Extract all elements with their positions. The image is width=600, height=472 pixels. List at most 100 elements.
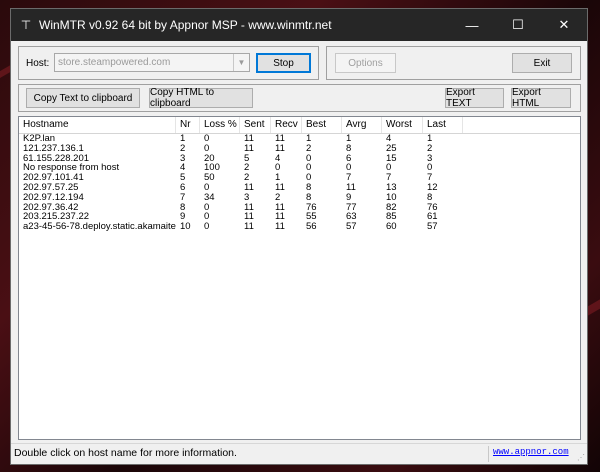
export-html-button[interactable]: Export HTML <box>511 87 571 109</box>
cell-nr: 9 <box>180 212 186 223</box>
cell-last: 8 <box>427 192 433 203</box>
cell-worst: 25 <box>386 143 397 154</box>
appnor-link[interactable]: www.appnor.com <box>493 447 569 457</box>
cell-worst: 60 <box>386 222 397 233</box>
cell-nr: 10 <box>180 222 191 233</box>
cell-best: 0 <box>306 173 312 184</box>
table-header: Hostname Nr Loss % Sent Recv Best Avrg W… <box>19 117 580 134</box>
table-row[interactable]: 202.97.12.194 7 34 3 2 8 9 10 8 <box>19 193 580 203</box>
export-text-button[interactable]: Export TEXT <box>445 87 504 109</box>
cell-worst: 0 <box>386 163 392 174</box>
cell-recv: 11 <box>275 212 285 223</box>
cell-avrg: 11 <box>346 183 356 193</box>
cell-hostname: No response from host <box>23 163 120 174</box>
table-row[interactable]: 202.97.101.41 5 50 2 1 0 7 7 7 <box>19 173 580 183</box>
cell-last: 0 <box>427 163 433 174</box>
options-button[interactable]: Options <box>335 53 396 73</box>
table-row[interactable]: 121.237.136.1 2 0 11 11 2 8 25 2 <box>19 144 580 154</box>
cell-hostname: 121.237.136.1 <box>23 143 84 154</box>
table-row[interactable]: K2P.lan 1 0 11 11 1 1 4 1 <box>19 134 580 144</box>
cell-nr: 7 <box>180 192 186 203</box>
cell-worst: 85 <box>386 212 397 223</box>
cell-avrg: 6 <box>346 153 352 164</box>
cell-worst: 4 <box>386 134 392 144</box>
host-value: store.steampowered.com <box>58 57 171 68</box>
cell-last: 2 <box>427 143 433 154</box>
copy-html-button[interactable]: Copy HTML to clipboard <box>149 87 253 109</box>
cell-best: 0 <box>306 163 312 174</box>
column-header-hostname[interactable]: Hostname <box>19 117 176 133</box>
cell-nr: 1 <box>180 134 186 144</box>
cell-avrg: 9 <box>346 192 352 203</box>
cell-sent: 11 <box>244 143 254 154</box>
column-header-worst[interactable]: Worst <box>382 117 423 133</box>
cell-hostname: 202.97.12.194 <box>23 192 84 203</box>
resize-grip-icon[interactable]: ⋰ <box>577 453 585 462</box>
cell-sent: 11 <box>244 183 254 193</box>
close-button[interactable]: ✕ <box>541 9 587 41</box>
cell-avrg: 8 <box>346 143 352 154</box>
cell-hostname: 202.97.36.42 <box>23 202 79 213</box>
cell-last: 12 <box>427 183 438 193</box>
stop-button[interactable]: Stop <box>256 53 311 73</box>
cell-best: 76 <box>306 202 317 213</box>
copy-text-button[interactable]: Copy Text to clipboard <box>26 88 140 108</box>
cell-last: 76 <box>427 202 438 213</box>
cell-avrg: 77 <box>346 202 357 213</box>
minimize-button[interactable]: — <box>449 9 495 41</box>
exit-button[interactable]: Exit <box>512 53 572 73</box>
cell-best: 8 <box>306 183 312 193</box>
table-row[interactable]: 202.97.36.42 8 0 11 11 76 77 82 76 <box>19 203 580 213</box>
status-message: Double click on host name for more infor… <box>14 447 237 459</box>
results-table[interactable]: Hostname Nr Loss % Sent Recv Best Avrg W… <box>18 116 581 440</box>
cell-loss: 0 <box>204 212 210 223</box>
app-icon: ⊤ <box>20 18 32 32</box>
cell-sent: 2 <box>244 173 250 184</box>
column-header-avrg[interactable]: Avrg <box>342 117 382 133</box>
table-row[interactable]: a23-45-56-78.deploy.static.akamaite... 10… <box>19 222 580 232</box>
window-title: WinMTR v0.92 64 bit by Appnor MSP - www.… <box>39 18 332 32</box>
cell-recv: 11 <box>275 183 285 193</box>
cell-sent: 5 <box>244 153 250 164</box>
cell-recv: 11 <box>275 134 285 144</box>
cell-recv: 11 <box>275 222 285 233</box>
cell-last: 57 <box>427 222 438 233</box>
chevron-down-icon[interactable]: ▼ <box>233 54 249 71</box>
cell-hostname: 61.155.228.201 <box>23 153 90 164</box>
column-header-nr[interactable]: Nr <box>176 117 200 133</box>
cell-avrg: 7 <box>346 173 352 184</box>
main-window: ⊤ WinMTR v0.92 64 bit by Appnor MSP - ww… <box>10 8 588 465</box>
column-header-sent[interactable]: Sent <box>240 117 271 133</box>
cell-loss: 0 <box>204 202 210 213</box>
cell-avrg: 63 <box>346 212 357 223</box>
title-bar[interactable]: ⊤ WinMTR v0.92 64 bit by Appnor MSP - ww… <box>11 9 587 41</box>
table-row[interactable]: No response from host 4 100 2 0 0 0 0 0 <box>19 163 580 173</box>
cell-worst: 82 <box>386 202 397 213</box>
cell-best: 1 <box>306 134 312 144</box>
host-label: Host: <box>26 58 50 69</box>
host-combobox[interactable]: store.steampowered.com ▼ <box>54 53 250 72</box>
cell-hostname: 203.215.237.22 <box>23 212 90 223</box>
cell-worst: 10 <box>386 192 397 203</box>
cell-loss: 0 <box>204 183 210 193</box>
cell-loss: 34 <box>204 192 215 203</box>
cell-recv: 11 <box>275 202 285 213</box>
cell-recv: 4 <box>275 153 281 164</box>
cell-nr: 4 <box>180 163 186 174</box>
cell-sent: 11 <box>244 212 254 223</box>
column-header-last[interactable]: Last <box>423 117 463 133</box>
column-header-loss[interactable]: Loss % <box>200 117 240 133</box>
cell-best: 2 <box>306 143 312 154</box>
table-row[interactable]: 202.97.57.25 6 0 11 11 8 11 13 12 <box>19 183 580 193</box>
cell-best: 8 <box>306 192 312 203</box>
table-row[interactable]: 61.155.228.201 3 20 5 4 0 6 15 3 <box>19 154 580 164</box>
column-header-recv[interactable]: Recv <box>271 117 302 133</box>
cell-last: 3 <box>427 153 433 164</box>
cell-loss: 0 <box>204 222 210 233</box>
cell-loss: 0 <box>204 143 210 154</box>
maximize-button[interactable]: ☐ <box>495 9 541 41</box>
table-row[interactable]: 203.215.237.22 9 0 11 11 55 63 85 61 <box>19 212 580 222</box>
cell-hostname: 202.97.57.25 <box>23 183 79 193</box>
column-header-best[interactable]: Best <box>302 117 342 133</box>
cell-worst: 13 <box>386 183 397 193</box>
